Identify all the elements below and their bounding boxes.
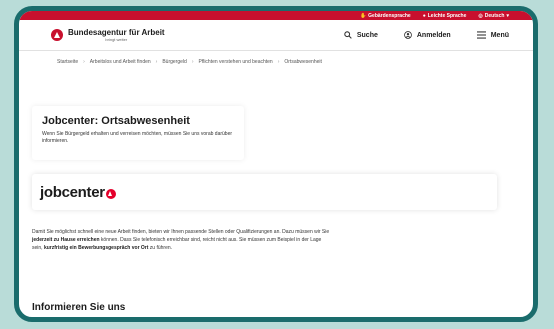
menu-button[interactable]: Menü — [476, 31, 509, 39]
body-text-part: Damit Sie möglichst schnell eine neue Ar… — [32, 229, 330, 235]
body-text-part: zu führen. — [148, 245, 173, 251]
person-icon: ● — [422, 12, 426, 19]
breadcrumb-item-home[interactable]: Startseite — [57, 59, 78, 65]
breadcrumb-item-current: Ortsabwesenheit — [284, 59, 322, 65]
intro-card: Jobcenter: Ortsabwesenheit Wenn Sie Bürg… — [32, 106, 244, 160]
search-icon — [344, 31, 352, 39]
login-label: Anmelden — [416, 31, 451, 39]
sign-language-label: Gebärdensprache — [368, 12, 411, 19]
search-button[interactable]: Suche — [344, 31, 378, 39]
sign-language-link[interactable]: ✋ Gebärdensprache — [360, 13, 411, 19]
jobcenter-wordmark: jobcenter — [40, 183, 105, 201]
breadcrumb: Startseite › Arbeitslos und Arbeit finde… — [19, 51, 533, 73]
browser-frame: ✋ Gebärdensprache ● Leichte Sprache ◎ De… — [14, 6, 538, 322]
org-tagline: bringt weiter — [105, 36, 128, 42]
org-name: Bundesagentur für Arbeit — [68, 27, 165, 37]
login-button[interactable]: Anmelden — [404, 31, 451, 39]
utility-bar: ✋ Gebärdensprache ● Leichte Sprache ◎ De… — [19, 11, 533, 20]
user-icon — [404, 31, 412, 39]
search-label: Suche — [356, 31, 378, 39]
logo[interactable]: Bundesagentur für Arbeit bringt weiter — [51, 27, 165, 42]
easy-language-link[interactable]: ● Leichte Sprache — [423, 13, 467, 19]
body-emphasis: kurzfristig ein Bewerbungsgespräch vor O… — [43, 245, 149, 251]
section-heading: Informieren Sie uns — [32, 302, 126, 313]
jobcenter-brand-card: jobcenter — [32, 174, 497, 210]
page-title: Jobcenter: Ortsabwesenheit — [42, 115, 190, 127]
ba-logo-icon — [51, 29, 63, 41]
body-paragraph: Damit Sie möglichst schnell eine neue Ar… — [32, 228, 332, 252]
breadcrumb-item-buergergeld[interactable]: Bürgergeld — [162, 59, 186, 65]
hand-icon: ✋ — [359, 12, 367, 19]
globe-icon: ◎ — [478, 12, 483, 19]
chevron-right-icon: › — [277, 59, 280, 65]
site-header: Bundesagentur für Arbeit bringt weiter S… — [19, 20, 533, 51]
chevron-right-icon: › — [83, 59, 85, 65]
body-emphasis: jederzeit zu Hause erreichen — [32, 237, 100, 243]
intro-text: Wenn Sie Bürgergeld erhalten und verreis… — [42, 131, 233, 144]
menu-label: Menü — [490, 31, 509, 39]
breadcrumb-item-duties[interactable]: Pflichten verstehen und beachten — [198, 59, 272, 65]
chevron-right-icon: › — [191, 59, 194, 65]
breadcrumb-item-unemployed[interactable]: Arbeitslos und Arbeit finden — [90, 59, 151, 65]
easy-language-label: Leichte Sprache — [427, 12, 467, 19]
hamburger-icon — [476, 31, 486, 39]
jobcenter-logo-icon — [105, 188, 116, 199]
language-label: Deutsch — [484, 12, 505, 19]
chevron-right-icon: › — [155, 59, 158, 65]
chevron-down-icon: ▾ — [506, 12, 509, 19]
language-selector[interactable]: ◎ Deutsch ▾ — [478, 13, 509, 19]
